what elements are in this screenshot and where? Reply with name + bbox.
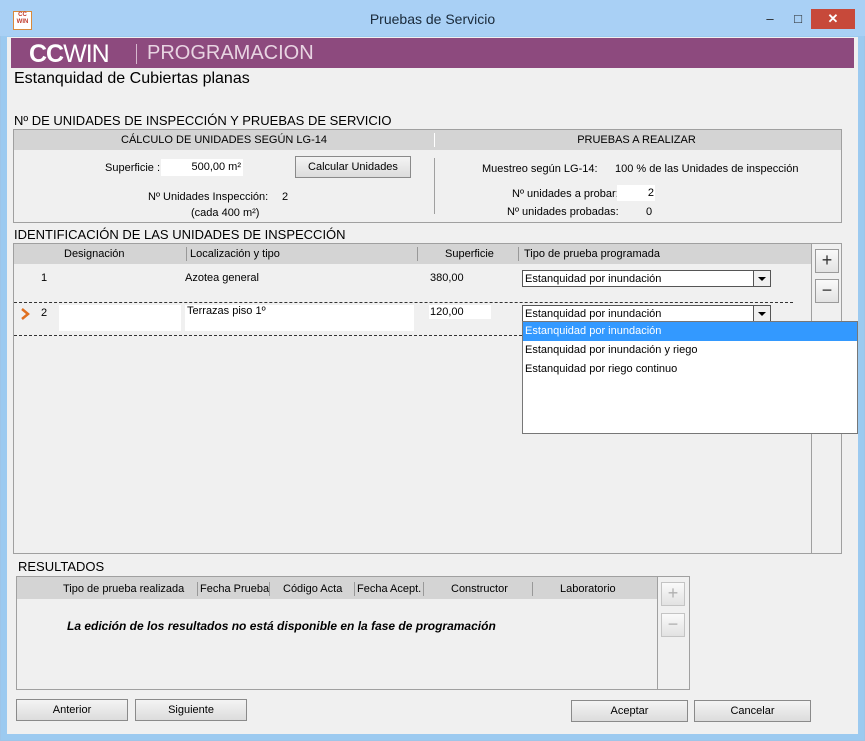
section-identification-label: IDENTIFICACIÓN DE LAS UNIDADES DE INSPEC…: [14, 227, 346, 242]
section-units-label: Nº DE UNIDADES DE INSPECCIÓN Y PRUEBAS D…: [14, 113, 392, 128]
close-button[interactable]: ✕: [811, 9, 855, 29]
maximize-button[interactable]: □: [783, 9, 813, 29]
muestreo-value: 100 % de las Unidades de inspección: [615, 163, 799, 175]
results-panel: Tipo de prueba realizada Fecha Prueba Có…: [16, 576, 690, 690]
col-separator: [197, 582, 198, 596]
superficie-input[interactable]: 120,00: [429, 305, 491, 319]
remove-row-button[interactable]: −: [815, 279, 839, 303]
dropdown-option[interactable]: Estanquidad por inundación y riego: [523, 341, 857, 360]
next-button[interactable]: Siguiente: [135, 699, 247, 721]
localizacion-input[interactable]: Terrazas piso 1º: [185, 305, 414, 331]
tests-heading: PRUEBAS A REALIZAR: [577, 134, 696, 146]
minimize-button[interactable]: –: [755, 9, 785, 29]
per-area-note: (cada 400 m²): [191, 207, 260, 219]
results-side-divider: [657, 577, 658, 689]
units-to-test-label: Nº unidades a probar:: [512, 188, 619, 200]
previous-button[interactable]: Anterior: [16, 699, 128, 721]
col-separator: [518, 247, 519, 261]
add-result-button[interactable]: +: [661, 582, 685, 606]
combo-value: Estanquidad por inundación: [525, 273, 662, 285]
superficie-field[interactable]: 500,00 m²: [161, 159, 243, 176]
table-row[interactable]: 1 Azotea general 380,00 Estanquidad por …: [14, 268, 811, 290]
row-superficie[interactable]: 380,00: [430, 272, 464, 284]
page-title: Estanquidad de Cubiertas planas: [14, 70, 250, 87]
row-number: 2: [41, 307, 48, 319]
col-separator: [354, 582, 355, 596]
results-disabled-message: La edición de los resultados no está dis…: [67, 619, 496, 633]
chevron-down-icon[interactable]: [753, 271, 770, 286]
n-units-label: Nº Unidades Inspección:: [148, 191, 269, 203]
units-tested-label: Nº unidades probadas:: [507, 206, 619, 218]
banner-label: PROGRAMACION: [147, 42, 314, 64]
col-constructor: Constructor: [451, 583, 508, 595]
col-designacion: Designación: [64, 248, 125, 260]
col-fecha-prueba: Fecha Prueba: [200, 583, 270, 595]
panel-divider: [434, 158, 435, 214]
col-tipo-prueba: Tipo de prueba programada: [524, 248, 660, 260]
test-type-dropdown-list: Estanquidad por inundación Estanquidad p…: [522, 321, 858, 434]
accept-button[interactable]: Aceptar: [571, 700, 688, 722]
current-row-arrow-icon: [21, 308, 30, 320]
col-fecha-acept: Fecha Acept.: [357, 583, 422, 595]
designacion-input[interactable]: [59, 305, 181, 331]
col-tipo-realizada: Tipo de prueba realizada: [63, 583, 185, 595]
col-separator: [269, 582, 270, 596]
col-superficie: Superficie: [445, 248, 494, 260]
banner-divider: [136, 44, 137, 64]
dropdown-option[interactable]: Estanquidad por riego continuo: [523, 360, 857, 379]
row-focus-border: [14, 335, 522, 336]
calc-units-heading: CÁLCULO DE UNIDADES SEGÚN LG-14: [121, 134, 327, 146]
col-separator: [423, 582, 424, 596]
ccwin-logo: CCWIN: [29, 40, 110, 68]
col-separator: [186, 247, 187, 261]
muestreo-label: Muestreo según LG-14:: [482, 163, 598, 175]
col-separator: [532, 582, 533, 596]
row-localizacion[interactable]: Azotea general: [185, 272, 259, 284]
grid-header: [14, 244, 811, 264]
add-row-button[interactable]: +: [815, 249, 839, 273]
section-results-label: RESULTADOS: [18, 559, 105, 574]
row-number: 1: [41, 272, 48, 284]
test-type-combo[interactable]: Estanquidad por inundación: [522, 270, 771, 287]
n-units-value: 2: [282, 191, 289, 203]
cancel-button[interactable]: Cancelar: [694, 700, 811, 722]
units-tested-value: 0: [646, 206, 653, 218]
superficie-label: Superficie :: [105, 162, 161, 174]
remove-result-button[interactable]: −: [661, 613, 685, 637]
col-codigo-acta: Código Acta: [283, 583, 343, 595]
units-to-test-field[interactable]: 2: [617, 185, 655, 201]
dropdown-option[interactable]: Estanquidad por inundación: [523, 322, 857, 341]
col-separator: [417, 247, 418, 261]
ccwin-banner: CCWIN PROGRAMACION: [11, 38, 854, 68]
dialog-client-area: CCWIN PROGRAMACION Estanquidad de Cubier…: [7, 37, 858, 734]
chevron-down-icon[interactable]: [753, 306, 770, 321]
calculate-units-button[interactable]: Calcular Unidades: [295, 156, 411, 178]
units-panel: CÁLCULO DE UNIDADES SEGÚN LG-14 PRUEBAS …: [13, 129, 842, 223]
col-laboratorio: Laboratorio: [560, 583, 616, 595]
row-focus-border: [14, 302, 793, 303]
test-type-combo[interactable]: Estanquidad por inundación: [522, 305, 771, 322]
col-localizacion: Localización y tipo: [190, 248, 280, 260]
title-bar[interactable]: CC WIN Pruebas de Servicio – □ ✕: [0, 0, 865, 36]
combo-value: Estanquidad por inundación: [525, 308, 662, 320]
window-title: Pruebas de Servicio: [369, 11, 496, 27]
